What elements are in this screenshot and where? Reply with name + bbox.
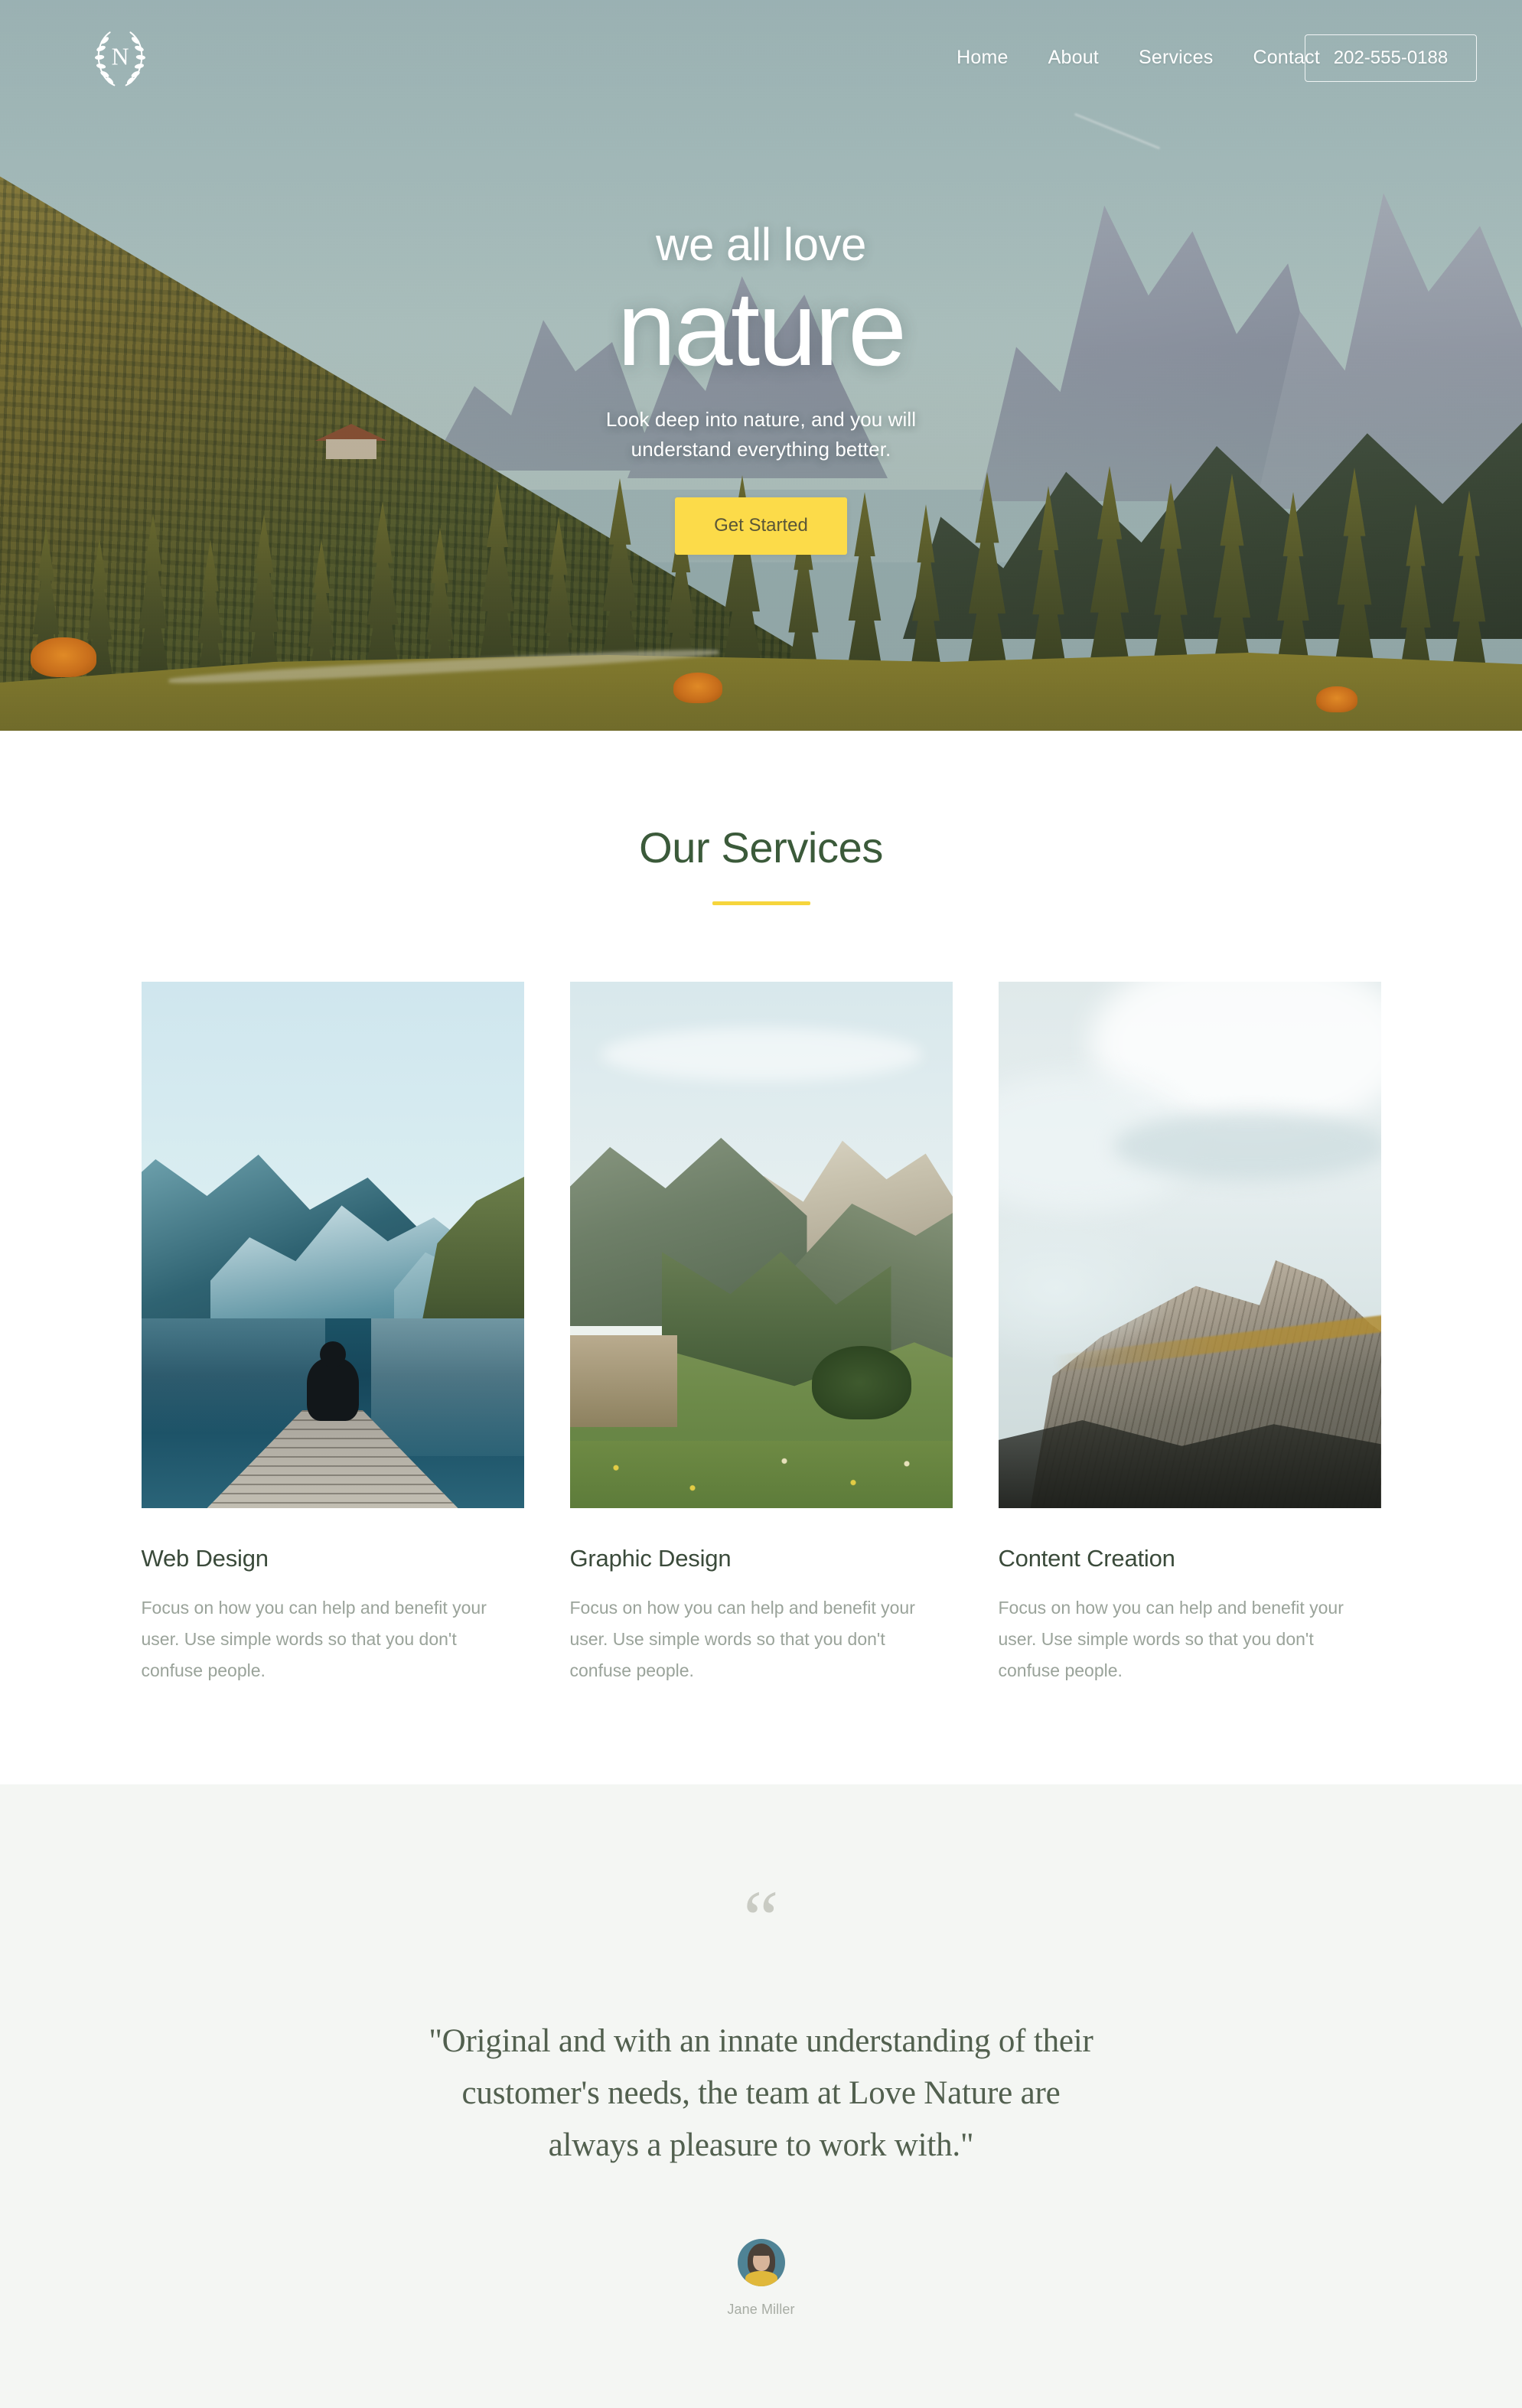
get-started-button[interactable]: Get Started bbox=[675, 497, 847, 555]
top-navigation: N Home About Services Contact 202-555-01… bbox=[0, 0, 1522, 115]
logo-letter: N bbox=[112, 44, 129, 70]
hero-subline-line1: Look deep into nature, and you will bbox=[605, 407, 917, 431]
testimonial-section: “ "Original and with an innate understan… bbox=[0, 1784, 1522, 2408]
quote-line-2: customer's needs, the team at Love Natur… bbox=[461, 2074, 1061, 2111]
nav-item-services[interactable]: Services bbox=[1119, 47, 1233, 69]
service-card-title: Content Creation bbox=[998, 1545, 1175, 1572]
title-underline bbox=[712, 901, 810, 905]
service-cards: Web Design Focus on how you can help and… bbox=[0, 982, 1522, 1686]
service-card[interactable]: Graphic Design Focus on how you can help… bbox=[569, 982, 953, 1686]
service-card-text: Focus on how you can help and benefit yo… bbox=[569, 1598, 915, 1680]
avatar bbox=[737, 2238, 785, 2286]
hero-section: N Home About Services Contact 202-555-01… bbox=[0, 0, 1522, 731]
service-card-image-graphic-design bbox=[569, 982, 953, 1508]
service-card-title: Graphic Design bbox=[569, 1545, 732, 1572]
nav-item-about[interactable]: About bbox=[1028, 47, 1119, 69]
service-card[interactable]: Web Design Focus on how you can help and… bbox=[141, 982, 524, 1686]
nav-links: Home About Services Contact bbox=[937, 0, 1340, 115]
quote-line-1: "Original and with an innate understandi… bbox=[429, 2022, 1093, 2059]
service-card-text: Focus on how you can help and benefit yo… bbox=[998, 1598, 1344, 1680]
service-card-image-web-design bbox=[141, 982, 524, 1508]
services-section: Our Services Web Design Focus on how you… bbox=[0, 731, 1522, 1784]
testimonial-quote: "Original and with an innate understandi… bbox=[394, 2015, 1129, 2172]
nav-item-home[interactable]: Home bbox=[937, 47, 1028, 69]
services-title: Our Services bbox=[639, 823, 883, 872]
service-card-image-content-creation bbox=[998, 982, 1381, 1508]
laurel-wreath-icon: N bbox=[95, 31, 145, 86]
hero-subline: Look deep into nature, and you will unde… bbox=[606, 405, 916, 465]
hero-eyebrow: we all love bbox=[656, 219, 866, 270]
phone-button[interactable]: 202-555-0188 bbox=[1305, 34, 1477, 82]
hero-subline-line2: understand everything better. bbox=[631, 438, 891, 461]
service-card-text: Focus on how you can help and benefit yo… bbox=[141, 1598, 487, 1680]
hero-headline: nature bbox=[617, 270, 907, 388]
quote-line-3: always a pleasure to work with." bbox=[548, 2126, 974, 2163]
service-card[interactable]: Content Creation Focus on how you can he… bbox=[998, 982, 1381, 1686]
quote-mark-icon: “ bbox=[743, 1874, 779, 1963]
author-name: Jane Miller bbox=[727, 2301, 795, 2317]
service-card-title: Web Design bbox=[141, 1545, 269, 1572]
testimonial-author: Jane Miller bbox=[0, 2238, 1522, 2318]
logo-link[interactable]: N bbox=[83, 19, 158, 93]
